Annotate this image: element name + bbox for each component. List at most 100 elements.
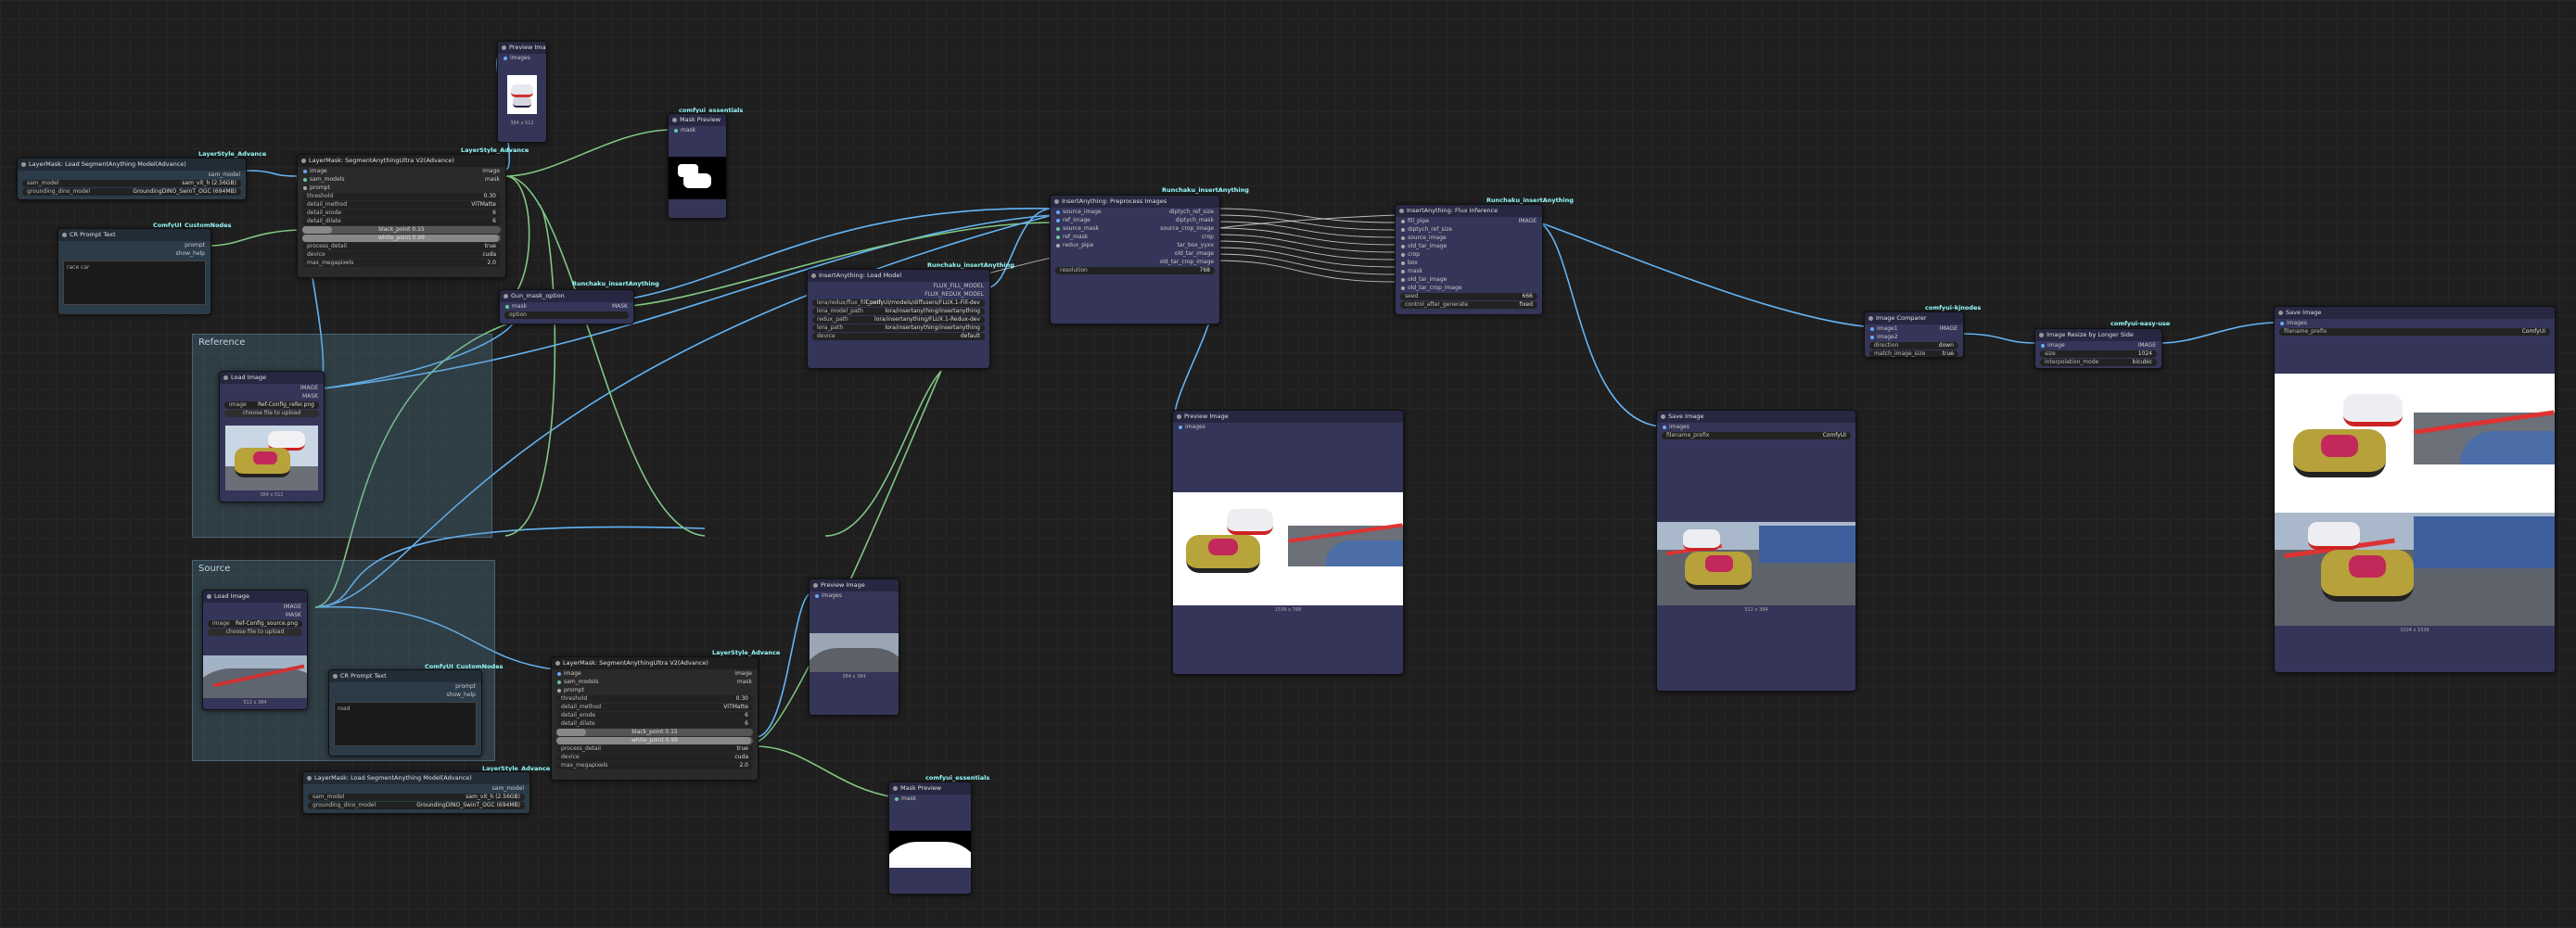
grounding-dino-select[interactable]: grounding_dino_model GroundingDINO_SwinT_… <box>308 802 525 809</box>
mask-preview-node-bottom[interactable]: Mask Preview mask <box>888 782 972 895</box>
output-prompt[interactable]: prompt <box>185 241 205 249</box>
preview-image-node-bottom[interactable]: Preview Image images 384 x 384 <box>809 578 899 716</box>
node-title[interactable]: Preview Image <box>1173 411 1403 423</box>
insert-anything-preprocess-node[interactable]: InsertAnything: Preprocess Images source… <box>1050 195 1220 324</box>
resolution-field[interactable]: resolution 768 <box>1055 267 1215 274</box>
preview-image-node-top[interactable]: Preview Image images 384 x 512 <box>497 41 547 143</box>
output-show-help[interactable]: show_help <box>447 691 476 699</box>
redux-path-field[interactable]: redux_path lora/insertanything/FLUX.1-Red… <box>812 316 985 324</box>
max-megapixels-field[interactable]: max_megapixels 2.0 <box>302 260 501 267</box>
node-badge: LayerStyle_Advance <box>461 146 529 154</box>
device-select[interactable]: device cuda <box>302 251 501 259</box>
image-size-caption: 384 x 512 <box>510 121 534 126</box>
upload-button[interactable]: choose file to upload <box>224 410 319 417</box>
node-title[interactable]: Save Image <box>1657 411 1855 423</box>
node-title[interactable]: Image Resize by Longer Side <box>2035 329 2162 341</box>
flux-fill-path-field[interactable]: lora/redux/flux_fill_path ComfyUI/models/… <box>812 299 985 307</box>
segment-anything-node-bottom[interactable]: LayerMask: SegmentAnythingUltra V2(Advan… <box>551 656 759 781</box>
node-title[interactable]: Image Comparer <box>1865 312 1963 324</box>
group-title: Source <box>198 564 231 574</box>
segment-anything-node-top[interactable]: LayerMask: SegmentAnythingUltra V2(Advan… <box>297 154 506 278</box>
sam-model-select[interactable]: sam_model sam_vit_h (2.56GB) <box>308 794 525 801</box>
white-point-slider[interactable]: white_point 0.99 <box>302 235 501 242</box>
node-title[interactable]: Preview Image <box>810 579 899 591</box>
preview-image-node-mid[interactable]: Preview Image images 1536 x 768 <box>1172 410 1404 675</box>
image-resize-node[interactable]: Image Resize by Longer Side image IMAGE s… <box>2034 328 2162 369</box>
node-title[interactable]: InsertAnything: Flux Inference <box>1396 205 1542 217</box>
node-title[interactable]: LayerMask: SegmentAnythingUltra V2(Advan… <box>298 155 505 167</box>
output-sam-model[interactable]: sam_model <box>492 784 524 793</box>
size-field[interactable]: size 1024 <box>2040 350 2157 358</box>
node-title[interactable]: CR Prompt Text <box>58 229 210 241</box>
match-image-size-toggle[interactable]: match_image_size true <box>1869 350 1958 357</box>
control-after-generate-select[interactable]: control_after_generate fixed <box>1400 301 1537 309</box>
white-point-slider[interactable]: white_point 0.99 <box>556 737 753 744</box>
black-point-slider[interactable]: black_point 0.15 <box>302 226 501 234</box>
detail-erode-field[interactable]: detail_erode 6 <box>302 210 501 217</box>
load-segment-model-node[interactable]: LayerMask: Load SegmentAnything Model(Ad… <box>17 158 247 200</box>
node-title[interactable]: InsertAnything: Load Model <box>808 270 989 282</box>
process-detail-toggle[interactable]: process_detail true <box>556 745 753 753</box>
upload-button[interactable]: choose file to upload <box>208 629 302 636</box>
image-comparer-node[interactable]: Image Comparer image1 IMAGE image2 direct… <box>1864 311 1964 358</box>
option-select[interactable]: option <box>504 311 629 319</box>
insert-anything-flux-node[interactable]: InsertAnything: Flux Inference fill_pipe… <box>1395 204 1543 315</box>
save-image-node-mid[interactable]: Save Image images filename_prefix ComfyUI… <box>1656 410 1856 692</box>
node-title[interactable]: InsertAnything: Preprocess Images <box>1051 196 1219 208</box>
node-title[interactable]: Load Image <box>203 591 307 603</box>
seed-field[interactable]: seed 666 <box>1400 293 1537 300</box>
lora-path-field[interactable]: lora_path lora/insertanything/insertanyth… <box>812 324 985 332</box>
image-size-caption: 384 x 384 <box>842 674 866 680</box>
interpolation-mode-select[interactable]: interpolation_mode bicubic <box>2040 359 2157 366</box>
image-select[interactable]: image Ref-Config_refer.png <box>224 401 319 409</box>
detail-method-select[interactable]: detail_method VITMatte <box>556 704 753 711</box>
load-image-source-node[interactable]: Load Image IMAGE MASK image Ref-Config_so… <box>202 590 308 710</box>
node-title[interactable]: Preview Image <box>498 42 546 54</box>
save-image-node-right[interactable]: Save Image images filename_prefix ComfyUI… <box>2274 306 2556 673</box>
prompt-text-node[interactable]: CR Prompt Text prompt show_help race car <box>57 228 211 315</box>
node-badge: Runchaku_insertAnything <box>572 280 659 287</box>
prompt-textarea[interactable]: road <box>334 702 477 746</box>
filename-prefix-field[interactable]: filename_prefix ComfyUI <box>2279 328 2550 336</box>
node-title[interactable]: LayerMask: SegmentAnythingUltra V2(Advan… <box>552 657 758 669</box>
insert-anything-load-node[interactable]: InsertAnything: Load Model FLUX_FILL_MOD… <box>807 269 990 369</box>
detail-dilate-field[interactable]: detail_dilate 6 <box>302 218 501 225</box>
threshold-field[interactable]: threshold 0.30 <box>302 193 501 200</box>
sam-model-select[interactable]: sam_model sam_vit_h (2.56GB) <box>22 180 241 187</box>
mask-preview-node-top[interactable]: Mask Preview mask <box>668 113 727 219</box>
node-title[interactable]: Mask Preview <box>889 782 971 795</box>
device-select[interactable]: device cuda <box>556 754 753 761</box>
image-size-caption: 1536 x 768 <box>1274 607 1302 613</box>
mask-option-node-top[interactable]: Gun_mask_option mask MASK option <box>499 289 634 324</box>
device-select[interactable]: device default <box>812 333 985 340</box>
lora-model-path-field[interactable]: lora_model_path lora/insertanything/inser… <box>812 308 985 315</box>
prompt-text-node-bottom[interactable]: CR Prompt Text prompt show_help road <box>328 669 482 756</box>
node-title[interactable]: CR Prompt Text <box>329 670 481 682</box>
detail-dilate-field[interactable]: detail_dilate 6 <box>556 720 753 728</box>
node-title[interactable]: Mask Preview <box>669 114 726 126</box>
output-show-help[interactable]: show_help <box>176 249 205 258</box>
load-image-reference-node[interactable]: Load Image IMAGE MASK image Ref-Config_re… <box>219 371 325 502</box>
prompt-textarea[interactable]: race car <box>63 261 206 305</box>
node-title[interactable]: Save Image <box>2275 307 2555 319</box>
direction-select[interactable]: direction down <box>1869 342 1958 350</box>
detail-method-select[interactable]: detail_method VITMatte <box>302 201 501 209</box>
detail-erode-field[interactable]: detail_erode 6 <box>556 712 753 719</box>
preview-diptych <box>1173 492 1403 605</box>
max-megapixels-field[interactable]: max_megapixels 2.0 <box>556 762 753 769</box>
node-title[interactable]: Gun_mask_option <box>500 290 633 302</box>
grounding-dino-select[interactable]: grounding_dino_model GroundingDINO_SwinT_… <box>22 188 241 196</box>
node-title[interactable]: LayerMask: Load SegmentAnything Model(Ad… <box>303 772 529 784</box>
image-size-caption: 512 x 384 <box>243 700 267 706</box>
load-segment-model-node-bottom[interactable]: LayerMask: Load SegmentAnything Model(Ad… <box>302 771 530 814</box>
image-select[interactable]: image Ref-Config_source.png <box>208 620 302 628</box>
node-title[interactable]: LayerMask: Load SegmentAnything Model(Ad… <box>18 159 246 171</box>
output-prompt[interactable]: prompt <box>455 682 476 691</box>
filename-prefix-field[interactable]: filename_prefix ComfyUI <box>1662 432 1851 439</box>
node-title[interactable]: Load Image <box>220 372 324 384</box>
output-sam-model[interactable]: sam_model <box>209 171 240 179</box>
threshold-field[interactable]: threshold 0.30 <box>556 695 753 703</box>
process-detail-toggle[interactable]: process_detail true <box>302 243 501 250</box>
black-point-slider[interactable]: black_point 0.15 <box>556 729 753 736</box>
node-badge: comfyui_essentials <box>925 774 990 782</box>
